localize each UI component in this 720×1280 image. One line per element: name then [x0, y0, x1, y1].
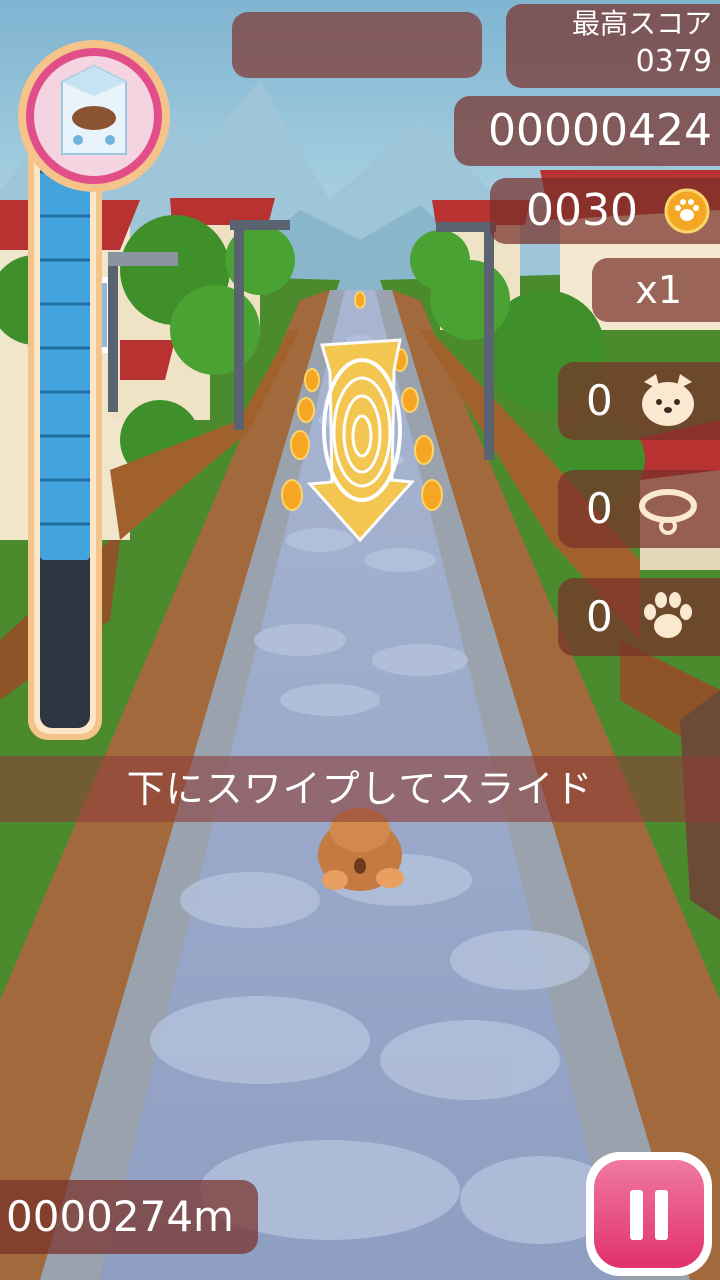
paw-count: 0	[586, 592, 613, 641]
meter-fill	[40, 128, 90, 560]
puppy-face-icon	[642, 374, 694, 426]
paw-counter: 0	[558, 578, 720, 656]
tutorial-hint-text: 下にスワイプしてスライド	[126, 767, 594, 811]
multiplier-value: x1	[635, 268, 682, 312]
collar-icon	[639, 489, 697, 535]
score-value: 00000424	[488, 105, 712, 156]
power-meter	[18, 40, 170, 740]
puppy-counter: 0	[558, 362, 720, 440]
collar-count: 0	[586, 484, 613, 533]
distance-panel: 0000274m	[0, 1180, 258, 1254]
best-score-label: 最高スコア	[571, 7, 712, 40]
paw-coin-icon	[664, 188, 710, 234]
pause-button[interactable]	[586, 1152, 712, 1276]
paw-print-icon	[644, 592, 692, 638]
puppy-count: 0	[586, 376, 613, 425]
coin-count: 0030	[526, 185, 638, 236]
multiplier-panel: x1	[592, 258, 720, 322]
pause-icon	[594, 1160, 704, 1268]
score-panel: 00000424	[454, 96, 720, 166]
collar-counter: 0	[558, 470, 720, 548]
milk-carton-icon	[61, 64, 127, 155]
tutorial-hint: 下にスワイプしてスライド	[0, 756, 720, 822]
top-status-bar	[232, 12, 482, 78]
best-score-value: 0379	[635, 44, 712, 79]
distance-value: 0000274m	[6, 1192, 234, 1241]
best-score-panel: 最高スコア 0379	[506, 4, 720, 88]
coin-panel: 0030	[490, 178, 720, 244]
